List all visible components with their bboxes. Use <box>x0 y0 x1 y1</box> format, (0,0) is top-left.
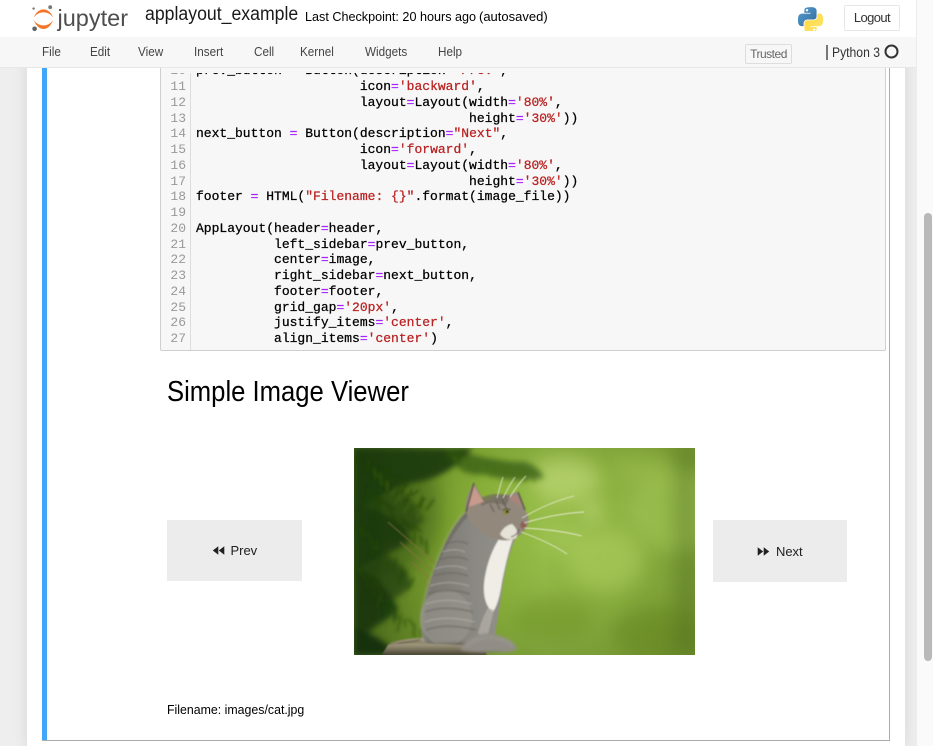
svg-text:jupyter: jupyter <box>57 5 129 31</box>
